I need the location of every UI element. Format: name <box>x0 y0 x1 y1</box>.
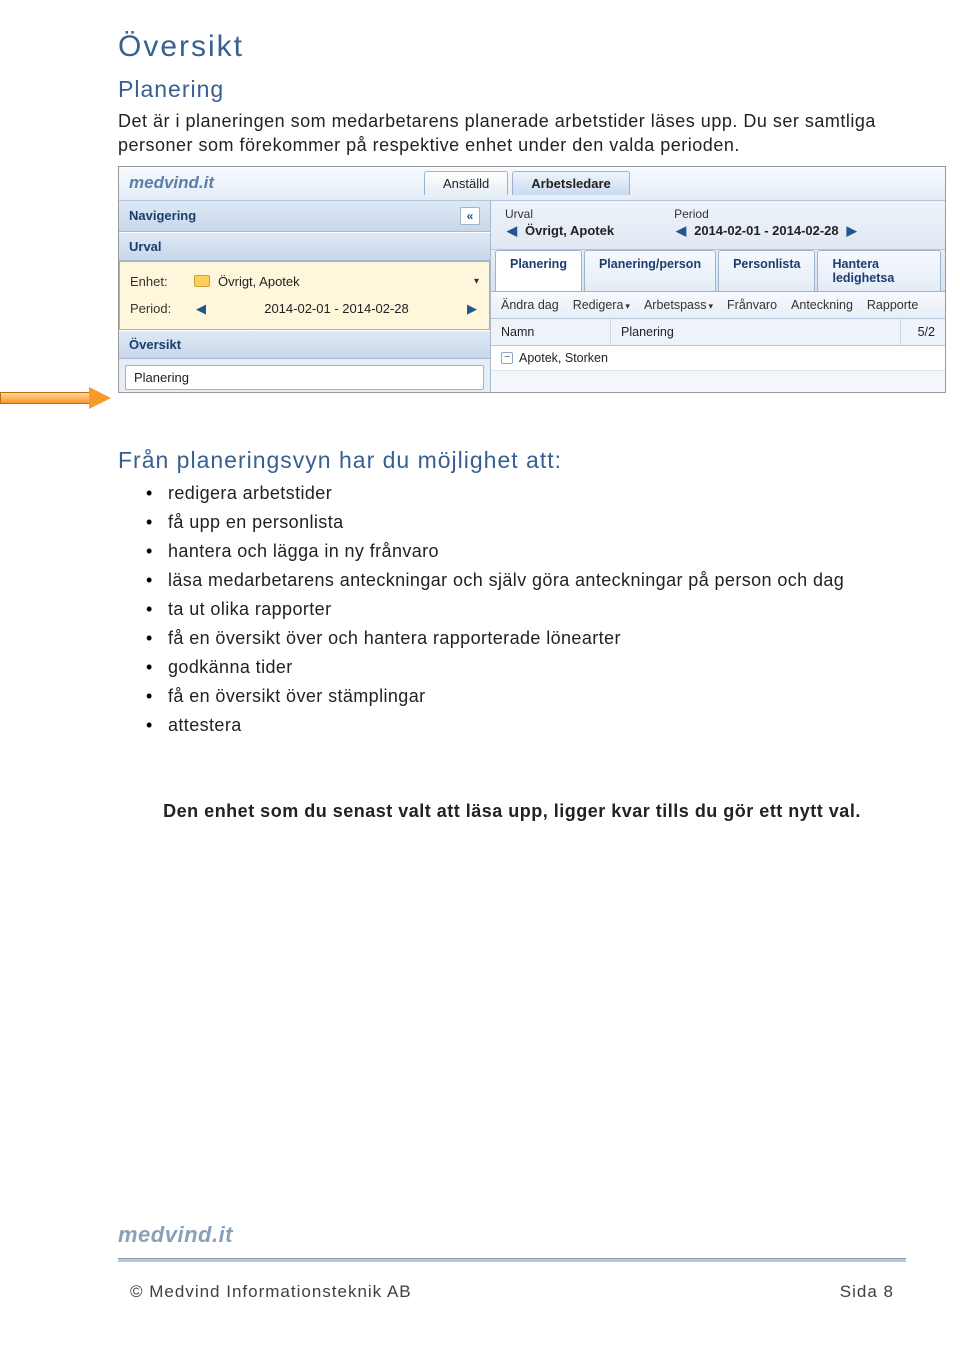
chevron-down-icon: ▾ <box>474 276 479 287</box>
toolbar-anteckning[interactable]: Anteckning <box>791 298 853 312</box>
sidebar-oversikt-title: Översikt <box>119 330 490 359</box>
filter-period-label: Period <box>674 207 859 221</box>
filter-urval[interactable]: ◀ Övrigt, Apotek <box>505 223 614 239</box>
chevron-right-icon[interactable]: ▶ <box>465 301 479 317</box>
chevron-right-icon[interactable]: ▶ <box>845 223 859 239</box>
section-title: Planering <box>118 76 906 103</box>
enhet-label: Enhet: <box>130 274 186 289</box>
tab-planering[interactable]: Planering <box>495 250 582 291</box>
grid-header-date: 5/2 <box>901 319 945 345</box>
list-item: få en översikt över och hantera rapporte… <box>146 625 906 652</box>
footer-divider <box>118 1258 906 1262</box>
chevron-down-icon: ▾ <box>708 301 713 311</box>
list-item: godkänna tider <box>146 654 906 681</box>
enhet-selector[interactable]: Enhet: Övrigt, Apotek ▾ <box>128 268 481 295</box>
list-item: läsa medarbetarens anteckningar och själ… <box>146 567 906 594</box>
toolbar-rapporter[interactable]: Rapporte <box>867 298 918 312</box>
tab-planering-person[interactable]: Planering/person <box>584 250 716 291</box>
list-item: redigera arbetstider <box>146 480 906 507</box>
list-item: hantera och lägga in ny frånvaro <box>146 538 906 565</box>
enhet-value: Övrigt, Apotek <box>218 274 466 289</box>
feature-list: redigera arbetstider få upp en personlis… <box>118 480 906 739</box>
note-text: Den enhet som du senast valt att läsa up… <box>118 799 906 823</box>
chevron-left-icon[interactable]: ◀ <box>194 301 208 317</box>
list-item: få en översikt över stämplingar <box>146 683 906 710</box>
chevron-left-icon: « <box>467 209 474 223</box>
grid-header-planering: Planering <box>611 319 901 345</box>
screenshot-container: medvind.it Anställd Arbetsledare Naviger… <box>118 166 906 393</box>
collapse-sidebar-button[interactable]: « <box>460 207 480 225</box>
list-heading: Från planeringsvyn har du möjlighet att: <box>118 447 906 474</box>
toolbar-redigera[interactable]: Redigera▾ <box>573 298 630 312</box>
filter-urval-label: Urval <box>505 207 614 221</box>
filter-period[interactable]: ◀ 2014-02-01 - 2014-02-28 ▶ <box>674 223 859 239</box>
folder-icon <box>194 275 210 287</box>
filter-urval-value: Övrigt, Apotek <box>525 223 614 238</box>
table-row[interactable]: − Apotek, Storken <box>491 346 945 371</box>
tab-arbetsledare[interactable]: Arbetsledare <box>512 171 629 195</box>
tab-anstalld[interactable]: Anställd <box>424 171 508 195</box>
sidebar: Navigering « Urval Enhet: Övrigt, Apotek… <box>119 201 491 392</box>
chevron-left-icon[interactable]: ◀ <box>505 223 519 239</box>
grid-row-name: Apotek, Storken <box>519 351 608 365</box>
tab-hantera-ledighet[interactable]: Hantera ledighetsa <box>817 250 941 291</box>
filter-period-value: 2014-02-01 - 2014-02-28 <box>694 223 839 238</box>
sidebar-nav-title: Navigering <box>129 208 196 223</box>
period-value: 2014-02-01 - 2014-02-28 <box>216 301 457 316</box>
page-heading: Översikt <box>118 30 906 64</box>
sidebar-item-planering[interactable]: Planering <box>125 365 484 390</box>
period-selector[interactable]: Period: ◀ 2014-02-01 - 2014-02-28 ▶ <box>128 295 481 323</box>
list-item: få upp en personlista <box>146 509 906 536</box>
grid-header-namn: Namn <box>491 319 611 345</box>
period-label: Period: <box>130 301 186 316</box>
intro-paragraph: Det är i planeringen som medarbetarens p… <box>118 109 906 158</box>
chevron-down-icon: ▾ <box>625 301 630 311</box>
sidebar-urval-title: Urval <box>119 232 490 261</box>
toolbar-franvaro[interactable]: Frånvaro <box>727 298 777 312</box>
chevron-left-icon[interactable]: ◀ <box>674 223 688 239</box>
list-item: ta ut olika rapporter <box>146 596 906 623</box>
toolbar-andra-dag[interactable]: Ändra dag <box>501 298 559 312</box>
list-item: attestera <box>146 712 906 739</box>
app-screenshot: medvind.it Anställd Arbetsledare Naviger… <box>118 166 946 393</box>
footer-page-number: Sida 8 <box>840 1282 894 1302</box>
footer-copyright: © Medvind Informationsteknik AB <box>130 1282 412 1302</box>
toolbar-arbetspass[interactable]: Arbetspass▾ <box>644 298 713 312</box>
main-panel: Urval ◀ Övrigt, Apotek Period ◀ 2014-02-… <box>491 201 945 392</box>
app-logo: medvind.it <box>129 173 214 193</box>
footer-logo: medvind.it <box>118 1222 233 1248</box>
collapse-icon[interactable]: − <box>501 352 513 364</box>
pointer-arrow <box>0 387 115 409</box>
tab-personlista[interactable]: Personlista <box>718 250 815 291</box>
